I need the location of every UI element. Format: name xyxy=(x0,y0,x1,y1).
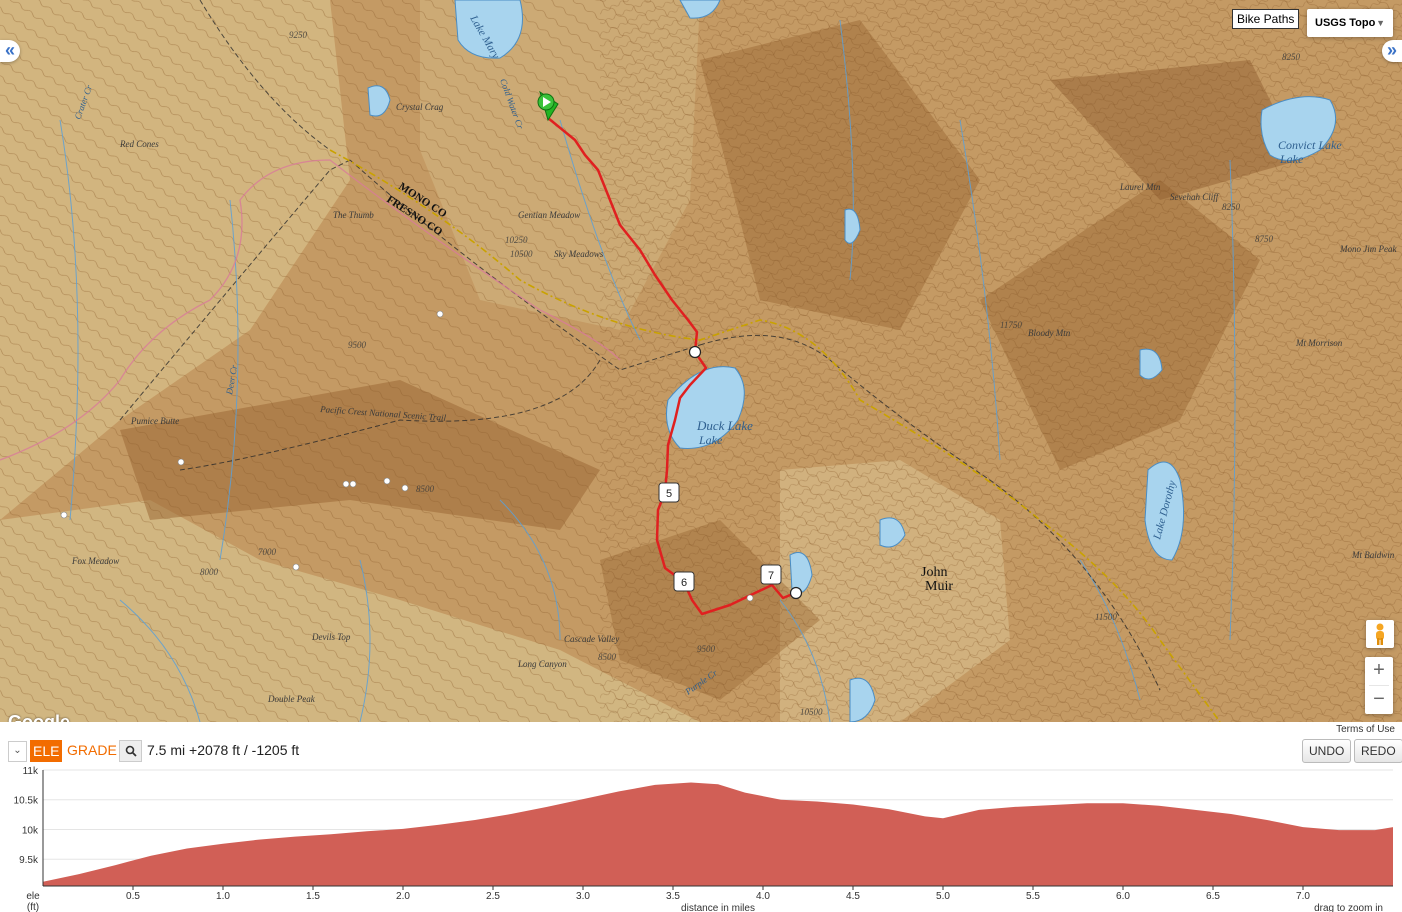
bike-paths-button[interactable]: Bike Paths xyxy=(1232,9,1300,29)
label-duck-lake-2: Lake xyxy=(698,433,723,447)
label-john-muir-2: Muir xyxy=(925,579,953,594)
svg-text:8500: 8500 xyxy=(598,652,617,662)
street-view-pegman-button[interactable] xyxy=(1366,620,1394,648)
svg-text:8500: 8500 xyxy=(416,484,435,494)
mile-marker-7: 7 xyxy=(760,564,782,585)
tab-grade[interactable]: GRADE xyxy=(67,741,117,759)
redo-button[interactable]: REDO xyxy=(1354,739,1402,763)
elevation-toolbar: ⌄ ELE GRADE 7.5 mi +2078 ft / -1205 ft U… xyxy=(0,736,1402,766)
label-fox-meadow: Fox Meadow xyxy=(71,556,119,566)
x-tick-label: 5.5 xyxy=(1026,891,1040,902)
svg-text:8250: 8250 xyxy=(1282,52,1301,62)
x-tick-label: 1.0 xyxy=(216,891,230,902)
svg-text:9500: 9500 xyxy=(697,644,716,654)
terms-of-use-link[interactable]: Terms of Use xyxy=(1333,724,1398,735)
magnifier-icon xyxy=(125,745,137,757)
collapse-profile-button[interactable]: ⌄ xyxy=(8,741,27,762)
x-tick-label: 4.0 xyxy=(756,891,770,902)
x-tick-label: 3.5 xyxy=(666,891,680,902)
label-double-peak: Double Peak xyxy=(267,694,316,704)
x-tick-label: 6.5 xyxy=(1206,891,1220,902)
map-layer-select-label: USGS Topo xyxy=(1315,17,1376,29)
label-cascade-valley: Cascade Valley xyxy=(564,634,619,644)
x-tick-label: 1.5 xyxy=(306,891,320,902)
svg-text:8750: 8750 xyxy=(1255,234,1274,244)
label-long-canyon: Long Canyon xyxy=(517,659,567,669)
svg-text:9250: 9250 xyxy=(289,30,308,40)
end-waypoint-circle[interactable] xyxy=(789,586,803,600)
topo-map[interactable]: 5 6 7 Lake Mary Duck Lake Lake Convict L… xyxy=(0,0,1402,722)
x-tick-label: 5.0 xyxy=(936,891,950,902)
svg-text:8250: 8250 xyxy=(1222,202,1241,212)
y-axis-title: ele xyxy=(26,891,40,902)
label-gentian-meadow: Gentian Meadow xyxy=(518,210,580,220)
tab-ele[interactable]: ELE xyxy=(30,740,63,762)
y-tick-group: 9.5k 10k 10.5k 11k xyxy=(14,766,39,866)
svg-text:10500: 10500 xyxy=(800,707,823,717)
zoom-out-button[interactable]: − xyxy=(1365,686,1393,714)
zoom-in-button[interactable]: + xyxy=(1365,657,1393,685)
label-john-muir: John xyxy=(921,565,947,580)
label-convict-lake-2: Lake xyxy=(1279,152,1304,166)
mile-marker-5: 5 xyxy=(658,482,680,503)
elevation-profile-chart[interactable]: 9.5k 10k 10.5k 11k 0.5 1.0 1.5 2.0 2.5 3.0 3.5 4.0… xyxy=(0,766,1402,912)
mile-marker-6: 6 xyxy=(673,571,695,592)
svg-text:10500: 10500 xyxy=(510,249,533,259)
label-sevehah-cliff: Sevehah Cliff xyxy=(1170,192,1220,202)
double-chevron-down-icon: ⌄ xyxy=(13,745,22,756)
label-bloody-mtn: Bloody Mtn xyxy=(1028,328,1071,338)
x-tick-group: 0.5 1.0 1.5 2.0 2.5 3.0 3.5 4.0 4.5 5.0 5.5 6.0 6.5 7… xyxy=(126,886,1310,902)
svg-text:9500: 9500 xyxy=(348,340,367,350)
x-tick-label: 3.0 xyxy=(576,891,590,902)
pegman-icon xyxy=(1376,623,1384,645)
route-stats: 7.5 mi +2078 ft / -1205 ft xyxy=(147,742,300,758)
label-pumice-butte: Pumice Butte xyxy=(130,416,179,426)
y-tick-label: 11k xyxy=(23,766,39,777)
label-the-thumb: The Thumb xyxy=(333,210,374,220)
svg-text:7000: 7000 xyxy=(258,547,277,557)
y-tick-label: 9.5k xyxy=(19,855,39,866)
label-mono-jim-peak: Mono Jim Peak xyxy=(1339,244,1397,254)
label-convict-lake: Convict Lake xyxy=(1278,138,1342,152)
label-devils-top: Devils Top xyxy=(311,632,351,642)
x-axis-title: distance in miles xyxy=(681,903,755,912)
svg-text:8000: 8000 xyxy=(200,567,219,577)
label-mt-morrison: Mt Morrison xyxy=(1295,338,1343,348)
x-tick-label: 4.5 xyxy=(846,891,860,902)
svg-text:11500: 11500 xyxy=(1095,612,1117,622)
undo-button[interactable]: UNDO xyxy=(1302,739,1352,763)
x-tick-label: 2.0 xyxy=(396,891,410,902)
zoom-controls: + − xyxy=(1365,657,1393,714)
label-mt-baldwin: Mt Baldwin xyxy=(1351,550,1395,560)
profile-zoom-button[interactable] xyxy=(119,740,142,762)
svg-text:5: 5 xyxy=(666,488,672,500)
label-red-cones: Red Cones xyxy=(119,139,159,149)
svg-text:10250: 10250 xyxy=(505,235,528,245)
label-laurel-mtn: Laurel Mtn xyxy=(1119,182,1161,192)
waypoint-circle[interactable] xyxy=(688,345,702,359)
x-tick-label: 2.5 xyxy=(486,891,500,902)
map-layer-select[interactable]: USGS Topo ▼ xyxy=(1307,9,1393,37)
elevation-area xyxy=(43,782,1393,886)
map-canvas[interactable]: 5 6 7 Lake Mary Duck Lake Lake Convict L… xyxy=(0,0,1402,722)
x-tick-label: 7.0 xyxy=(1296,891,1310,902)
svg-text:7: 7 xyxy=(768,570,774,582)
svg-text:11750: 11750 xyxy=(1000,320,1022,330)
drag-to-zoom-hint: drag to zoom in xyxy=(1314,903,1383,912)
y-axis-title-unit: (ft) xyxy=(27,902,39,912)
x-tick-label: 0.5 xyxy=(126,891,140,902)
y-tick-label: 10k xyxy=(22,825,39,836)
label-crystal-crag: Crystal Crag xyxy=(396,102,444,112)
y-tick-label: 10.5k xyxy=(14,796,39,807)
label-sky-meadows: Sky Meadows xyxy=(554,249,604,259)
expand-right-panel-button[interactable]: » xyxy=(1382,40,1402,62)
chevron-down-icon: ▼ xyxy=(1376,18,1385,28)
x-tick-label: 6.0 xyxy=(1116,891,1130,902)
svg-text:6: 6 xyxy=(681,577,687,589)
google-logo: Google xyxy=(8,712,70,722)
label-duck-lake: Duck Lake xyxy=(696,418,753,433)
